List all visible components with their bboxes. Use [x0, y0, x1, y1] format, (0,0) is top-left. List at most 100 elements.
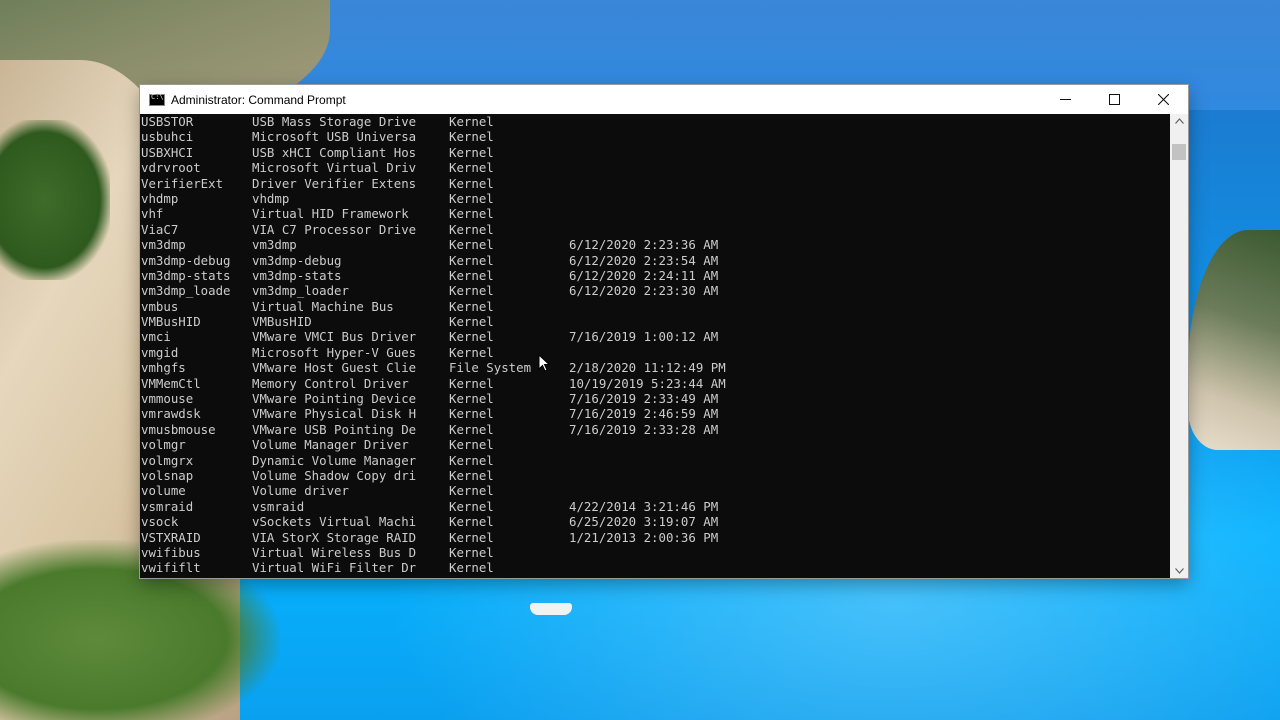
console-output[interactable]: USBSTOR USB Mass Storage Drive Kernel usbuh… — [140, 114, 1170, 578]
link-date — [569, 160, 759, 175]
console-line: volmgr Volume Manager Driver Kernel — [140, 437, 1170, 452]
display-name: VMware Physical Disk H — [252, 406, 417, 422]
console-line: volmgrx Dynamic Volume Manager Kernel — [140, 453, 1170, 468]
minimize-icon — [1060, 99, 1071, 100]
display-name: VIA StorX Storage RAID — [252, 529, 417, 545]
console-line: usbuhci Microsoft USB Universa Kernel — [140, 129, 1170, 144]
link-date — [569, 222, 759, 237]
wallpaper-boat — [530, 603, 572, 615]
close-button[interactable] — [1139, 85, 1188, 114]
link-date — [569, 176, 759, 191]
module-name: vhf — [141, 206, 164, 222]
driver-type: Kernel — [449, 160, 494, 176]
driver-type: Kernel — [449, 467, 494, 483]
link-date — [569, 145, 759, 160]
console-line: vmbus Virtual Machine Bus Kernel — [140, 299, 1170, 314]
driver-type: Kernel — [449, 483, 494, 499]
module-name: volsnap — [141, 467, 194, 483]
display-name: vm3dmp — [252, 237, 297, 253]
link-date — [569, 545, 759, 560]
module-name: vhdmp — [141, 190, 179, 206]
link-date — [569, 453, 759, 468]
chevron-down-icon — [1174, 568, 1184, 574]
console-line: VerifierExt Driver Verifier Extens Kernel — [140, 176, 1170, 191]
module-name: VSTXRAID — [141, 529, 201, 545]
module-name: vm3dmp-debug — [141, 252, 231, 268]
module-name: vmgid — [141, 344, 179, 360]
link-date — [569, 560, 759, 575]
link-date: 7/16/2019 2:33:28 AM — [569, 421, 719, 437]
driver-type: Kernel — [449, 375, 494, 391]
display-name: VMBusHID — [252, 314, 312, 330]
display-name: Volume driver — [252, 483, 349, 499]
driver-type: Kernel — [449, 514, 494, 530]
driver-type: Kernel — [449, 314, 494, 330]
display-name: vsmraid — [252, 498, 305, 514]
link-date: 7/16/2019 2:33:49 AM — [569, 391, 719, 407]
link-date — [569, 129, 759, 144]
console-line: VMBusHID VMBusHID Kernel — [140, 314, 1170, 329]
driver-type: Kernel — [449, 114, 494, 129]
display-name: VMware VMCI Bus Driver — [252, 329, 417, 345]
display-name: vm3dmp-stats — [252, 267, 342, 283]
module-name: vm3dmp_loade — [141, 283, 231, 299]
console-line: volume Volume driver Kernel — [140, 483, 1170, 498]
console-line: vhdmp vhdmp Kernel — [140, 191, 1170, 206]
display-name: vm3dmp_loader — [252, 283, 349, 299]
driver-type: Kernel — [449, 406, 494, 422]
module-name: volume — [141, 483, 186, 499]
link-date — [569, 206, 759, 221]
console-line: VSTXRAID VIA StorX Storage RAID Kernel 1/21… — [140, 530, 1170, 545]
driver-type: Kernel — [449, 421, 494, 437]
link-date: 4/22/2014 3:21:46 PM — [569, 498, 719, 514]
console-line: vmci VMware VMCI Bus Driver Kernel 7/16/201… — [140, 329, 1170, 344]
display-name: vm3dmp-debug — [252, 252, 342, 268]
display-name: Microsoft Virtual Driv — [252, 160, 417, 176]
console-line: vmmouse VMware Pointing Device Kernel 7/16/… — [140, 391, 1170, 406]
display-name: VMware Host Guest Clie — [252, 360, 417, 376]
console-line: volsnap Volume Shadow Copy dri Kernel — [140, 468, 1170, 483]
driver-type: Kernel — [449, 221, 494, 237]
link-date: 1/21/2013 2:00:36 PM — [569, 529, 719, 545]
display-name: Virtual Wireless Bus D — [252, 544, 417, 560]
wallpaper-vegetation — [0, 120, 110, 280]
console-line: vm3dmp-stats vm3dmp-stats Kernel 6/12/2020 … — [140, 268, 1170, 283]
scroll-up-button[interactable] — [1170, 114, 1188, 128]
display-name: Virtual WiFi Filter Dr — [252, 560, 417, 576]
module-name: vsmraid — [141, 498, 194, 514]
driver-type: Kernel — [449, 498, 494, 514]
driver-type: Kernel — [449, 175, 494, 191]
link-date: 7/16/2019 2:46:59 AM — [569, 406, 719, 422]
display-name: VIA C7 Processor Drive — [252, 221, 417, 237]
window-titlebar[interactable]: Administrator: Command Prompt — [140, 85, 1188, 114]
console-scrollbar[interactable] — [1170, 114, 1188, 578]
scrollbar-thumb[interactable] — [1172, 144, 1186, 160]
link-date: 6/12/2020 2:23:30 AM — [569, 283, 719, 299]
link-date: 7/16/2019 1:00:12 AM — [569, 329, 719, 345]
display-name: Driver Verifier Extens — [252, 175, 417, 191]
driver-type: Kernel — [449, 267, 494, 283]
minimize-button[interactable] — [1041, 85, 1090, 114]
maximize-button[interactable] — [1090, 85, 1139, 114]
command-prompt-icon[interactable] — [149, 93, 165, 106]
console-line: USBSTOR USB Mass Storage Drive Kernel — [140, 114, 1170, 129]
link-date — [569, 314, 759, 329]
module-name: VMMemCtl — [141, 375, 201, 391]
display-name: Memory Control Driver — [252, 375, 409, 391]
window-title: Administrator: Command Prompt — [171, 92, 346, 107]
driver-type: Kernel — [449, 283, 494, 299]
chevron-up-icon — [1174, 118, 1184, 124]
console-line: ViaC7 VIA C7 Processor Drive Kernel — [140, 222, 1170, 237]
display-name: Dynamic Volume Manager — [252, 452, 417, 468]
module-name: USBXHCI — [141, 144, 194, 160]
display-name: Virtual Machine Bus — [252, 298, 394, 314]
scroll-down-button[interactable] — [1170, 564, 1188, 578]
module-name: USBSTOR — [141, 114, 194, 129]
module-name: usbuhci — [141, 129, 194, 145]
display-name: USB Mass Storage Drive — [252, 114, 417, 129]
driver-type: Kernel — [449, 560, 494, 576]
driver-type: File System — [449, 360, 532, 376]
link-date — [569, 191, 759, 206]
command-prompt-window[interactable]: Administrator: Command Prompt USBSTORUSB… — [140, 85, 1188, 578]
link-date: 6/25/2020 3:19:07 AM — [569, 514, 719, 530]
